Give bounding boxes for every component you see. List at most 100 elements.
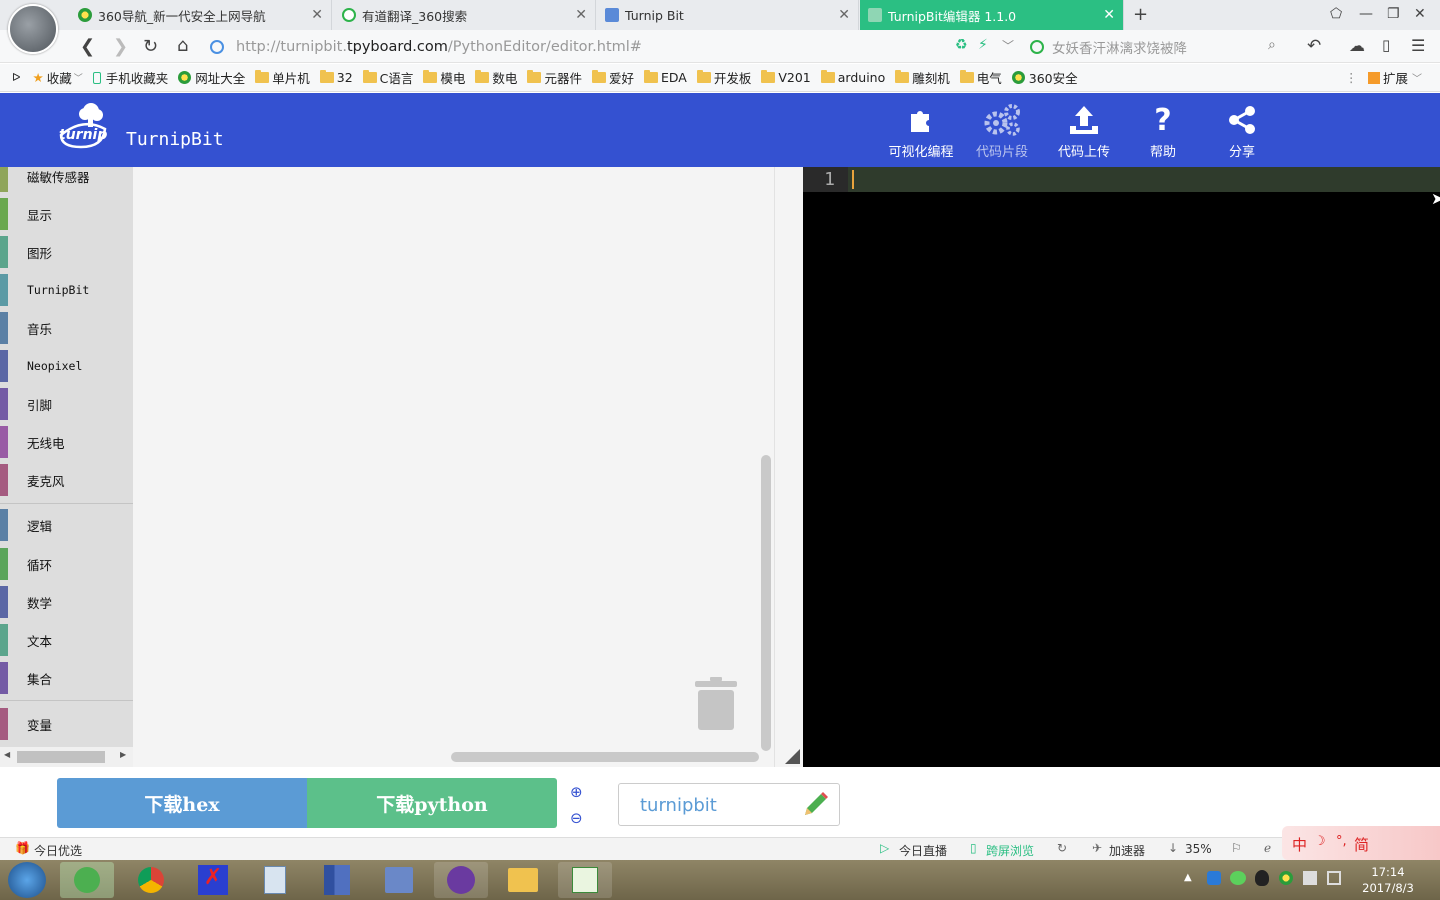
zoom-out-icon[interactable]: ⊖ (570, 809, 583, 827)
clock[interactable]: 17:14 2017/8/3 (1356, 864, 1420, 896)
ime-chinese-label[interactable]: 中 (1292, 834, 1307, 855)
tray-expand-icon[interactable]: ▲ (1184, 872, 1192, 883)
tray-wechat-icon[interactable] (1230, 871, 1246, 885)
sidebar-toggle-icon[interactable]: ᐅ (12, 71, 20, 84)
menu-icon[interactable]: ☰ (1411, 36, 1425, 55)
taskbar-buildings[interactable] (310, 862, 364, 898)
trash-icon[interactable] (694, 675, 738, 731)
scrollbar-thumb[interactable] (17, 751, 105, 763)
ime-toolbar[interactable]: 中 ☽ °, 简 (1282, 826, 1440, 860)
category-pins[interactable]: 引脚 (0, 388, 133, 420)
category-logic[interactable]: 逻辑 (0, 509, 133, 541)
user-avatar[interactable] (8, 4, 58, 54)
bookmark-item[interactable]: 爱好 (591, 68, 634, 87)
code-snippets-button[interactable]: 代码片段 (962, 99, 1042, 160)
category-turnipbit[interactable]: TurnipBit (0, 274, 133, 306)
flag-icon[interactable]: ⚐ (1231, 841, 1242, 855)
project-name-field[interactable]: turnipbit (618, 783, 840, 826)
category-text[interactable]: 文本 (0, 624, 133, 656)
category-neopixel[interactable]: Neopixel (0, 350, 133, 382)
taskbar-360-browser[interactable] (60, 862, 114, 898)
scroll-left-arrow[interactable]: ◀ (4, 750, 10, 759)
category-magnetometer[interactable]: 磁敏传感器 (0, 167, 133, 192)
taskbar-chart-app[interactable] (558, 862, 612, 898)
accelerator-label[interactable]: 加速器 (1109, 842, 1145, 859)
forward-button[interactable]: ❯ (113, 36, 128, 57)
tray-qq-icon[interactable] (1255, 870, 1269, 886)
bookmark-item[interactable]: ★ 收藏 ﹀ (32, 68, 82, 87)
blocks-workspace[interactable] (133, 167, 803, 767)
category-loops[interactable]: 循环 (0, 548, 133, 580)
close-icon[interactable]: ✕ (575, 7, 587, 23)
close-icon[interactable]: ✕ (838, 7, 850, 23)
category-variables[interactable]: 变量 (0, 708, 133, 740)
bookmark-item[interactable]: 手机收藏夹 (92, 68, 168, 87)
taskbar-app-x[interactable]: ✗ (186, 862, 240, 898)
bookmark-item[interactable]: 电气 (959, 68, 1002, 87)
tray-360-icon[interactable] (1279, 871, 1293, 885)
reload-button[interactable]: ↻ (143, 36, 158, 57)
new-tab-button[interactable]: + (1133, 4, 1148, 25)
visual-programming-button[interactable]: 可视化编程 (881, 99, 961, 160)
category-display[interactable]: 显示 (0, 198, 133, 230)
taskbar-explorer[interactable] (496, 862, 550, 898)
tab-360-nav[interactable]: 360导航_新一代安全上网导航 ✕ (70, 0, 332, 30)
bookmark-item[interactable]: 网址大全 (178, 68, 245, 87)
taskbar-chrome[interactable] (124, 862, 178, 898)
close-icon[interactable]: ✕ (311, 7, 323, 23)
share-button[interactable]: 分享 (1202, 99, 1282, 160)
download-percent[interactable]: 35% (1185, 842, 1212, 856)
bookmark-item[interactable]: 32 (319, 70, 353, 85)
category-microphone[interactable]: 麦克风 (0, 464, 133, 496)
ime-simplified-label[interactable]: 简 (1354, 834, 1369, 855)
cross-screen-label[interactable]: 跨屏浏览 (986, 842, 1034, 859)
download-python-button[interactable]: 下载python (307, 778, 557, 828)
extensions-button[interactable]: 扩展 ﹀ (1368, 68, 1422, 87)
bookmark-item[interactable]: C语言 (362, 68, 413, 87)
workspace-horizontal-scrollbar[interactable] (451, 752, 759, 762)
lightning-icon[interactable]: ⚡ (978, 37, 988, 53)
bookmark-item[interactable]: EDA (643, 70, 687, 85)
more-icon[interactable]: ⋮ (1345, 70, 1358, 85)
bookmark-item[interactable]: 雕刻机 (895, 68, 950, 87)
daily-picks-label[interactable]: 今日优选 (34, 842, 82, 859)
ie-icon[interactable]: ℯ (1264, 841, 1271, 855)
turnip-logo[interactable]: turnip (55, 99, 110, 151)
bookmark-item[interactable]: 开发板 (696, 68, 751, 87)
punctuation-icon[interactable]: °, (1336, 834, 1347, 849)
back-button[interactable]: ❮ (80, 36, 95, 57)
restore-button[interactable]: ❐ (1387, 6, 1400, 22)
download-hex-button[interactable]: 下载hex (57, 778, 307, 828)
bookmark-item[interactable]: 单片机 (255, 68, 310, 87)
tray-shield-icon[interactable] (1207, 871, 1221, 885)
moon-icon[interactable]: ☽ (1314, 834, 1326, 849)
bookmark-item[interactable]: arduino (820, 70, 885, 85)
code-editor[interactable]: 1 ➤ (803, 167, 1440, 767)
pencil-icon[interactable] (801, 789, 831, 822)
workspace-vertical-scrollbar[interactable] (761, 455, 771, 751)
taskbar-network[interactable] (372, 862, 426, 898)
zoom-in-icon[interactable]: ⊕ (570, 783, 583, 801)
toolbox-horizontal-scrollbar[interactable]: ◀ ▶ (0, 747, 133, 767)
taskbar-calculator[interactable] (248, 862, 302, 898)
url-field[interactable]: http://turnipbit. tpyboard.com/PythonEdit… (210, 35, 1020, 59)
category-music[interactable]: 音乐 (0, 312, 133, 344)
tab-youdao[interactable]: 有道翻译_360搜索 ✕ (334, 0, 596, 30)
cloud-icon[interactable]: ☁ (1349, 36, 1365, 55)
close-window-button[interactable]: ✕ (1414, 6, 1426, 22)
taskbar-cat-app[interactable] (434, 862, 488, 898)
speedup-icon[interactable]: ♻ (955, 37, 968, 53)
tray-network-icon[interactable] (1327, 871, 1341, 885)
scroll-right-arrow[interactable]: ▶ (120, 750, 126, 759)
skin-icon[interactable]: ⬠ (1330, 6, 1342, 22)
start-button[interactable] (8, 862, 46, 898)
close-icon[interactable]: ✕ (1103, 7, 1115, 23)
tab-turnip-bit[interactable]: Turnip Bit ✕ (597, 0, 859, 30)
live-label[interactable]: 今日直播 (899, 842, 947, 859)
undo-icon[interactable]: ↶ (1307, 36, 1321, 56)
chevron-down-icon[interactable]: ﹀ (1002, 37, 1014, 54)
bookmark-item[interactable]: 360安全 (1011, 68, 1078, 87)
bookmark-item[interactable]: V201 (761, 70, 811, 85)
category-radio[interactable]: 无线电 (0, 426, 133, 458)
search-icon[interactable]: ⌕ (1268, 37, 1276, 53)
